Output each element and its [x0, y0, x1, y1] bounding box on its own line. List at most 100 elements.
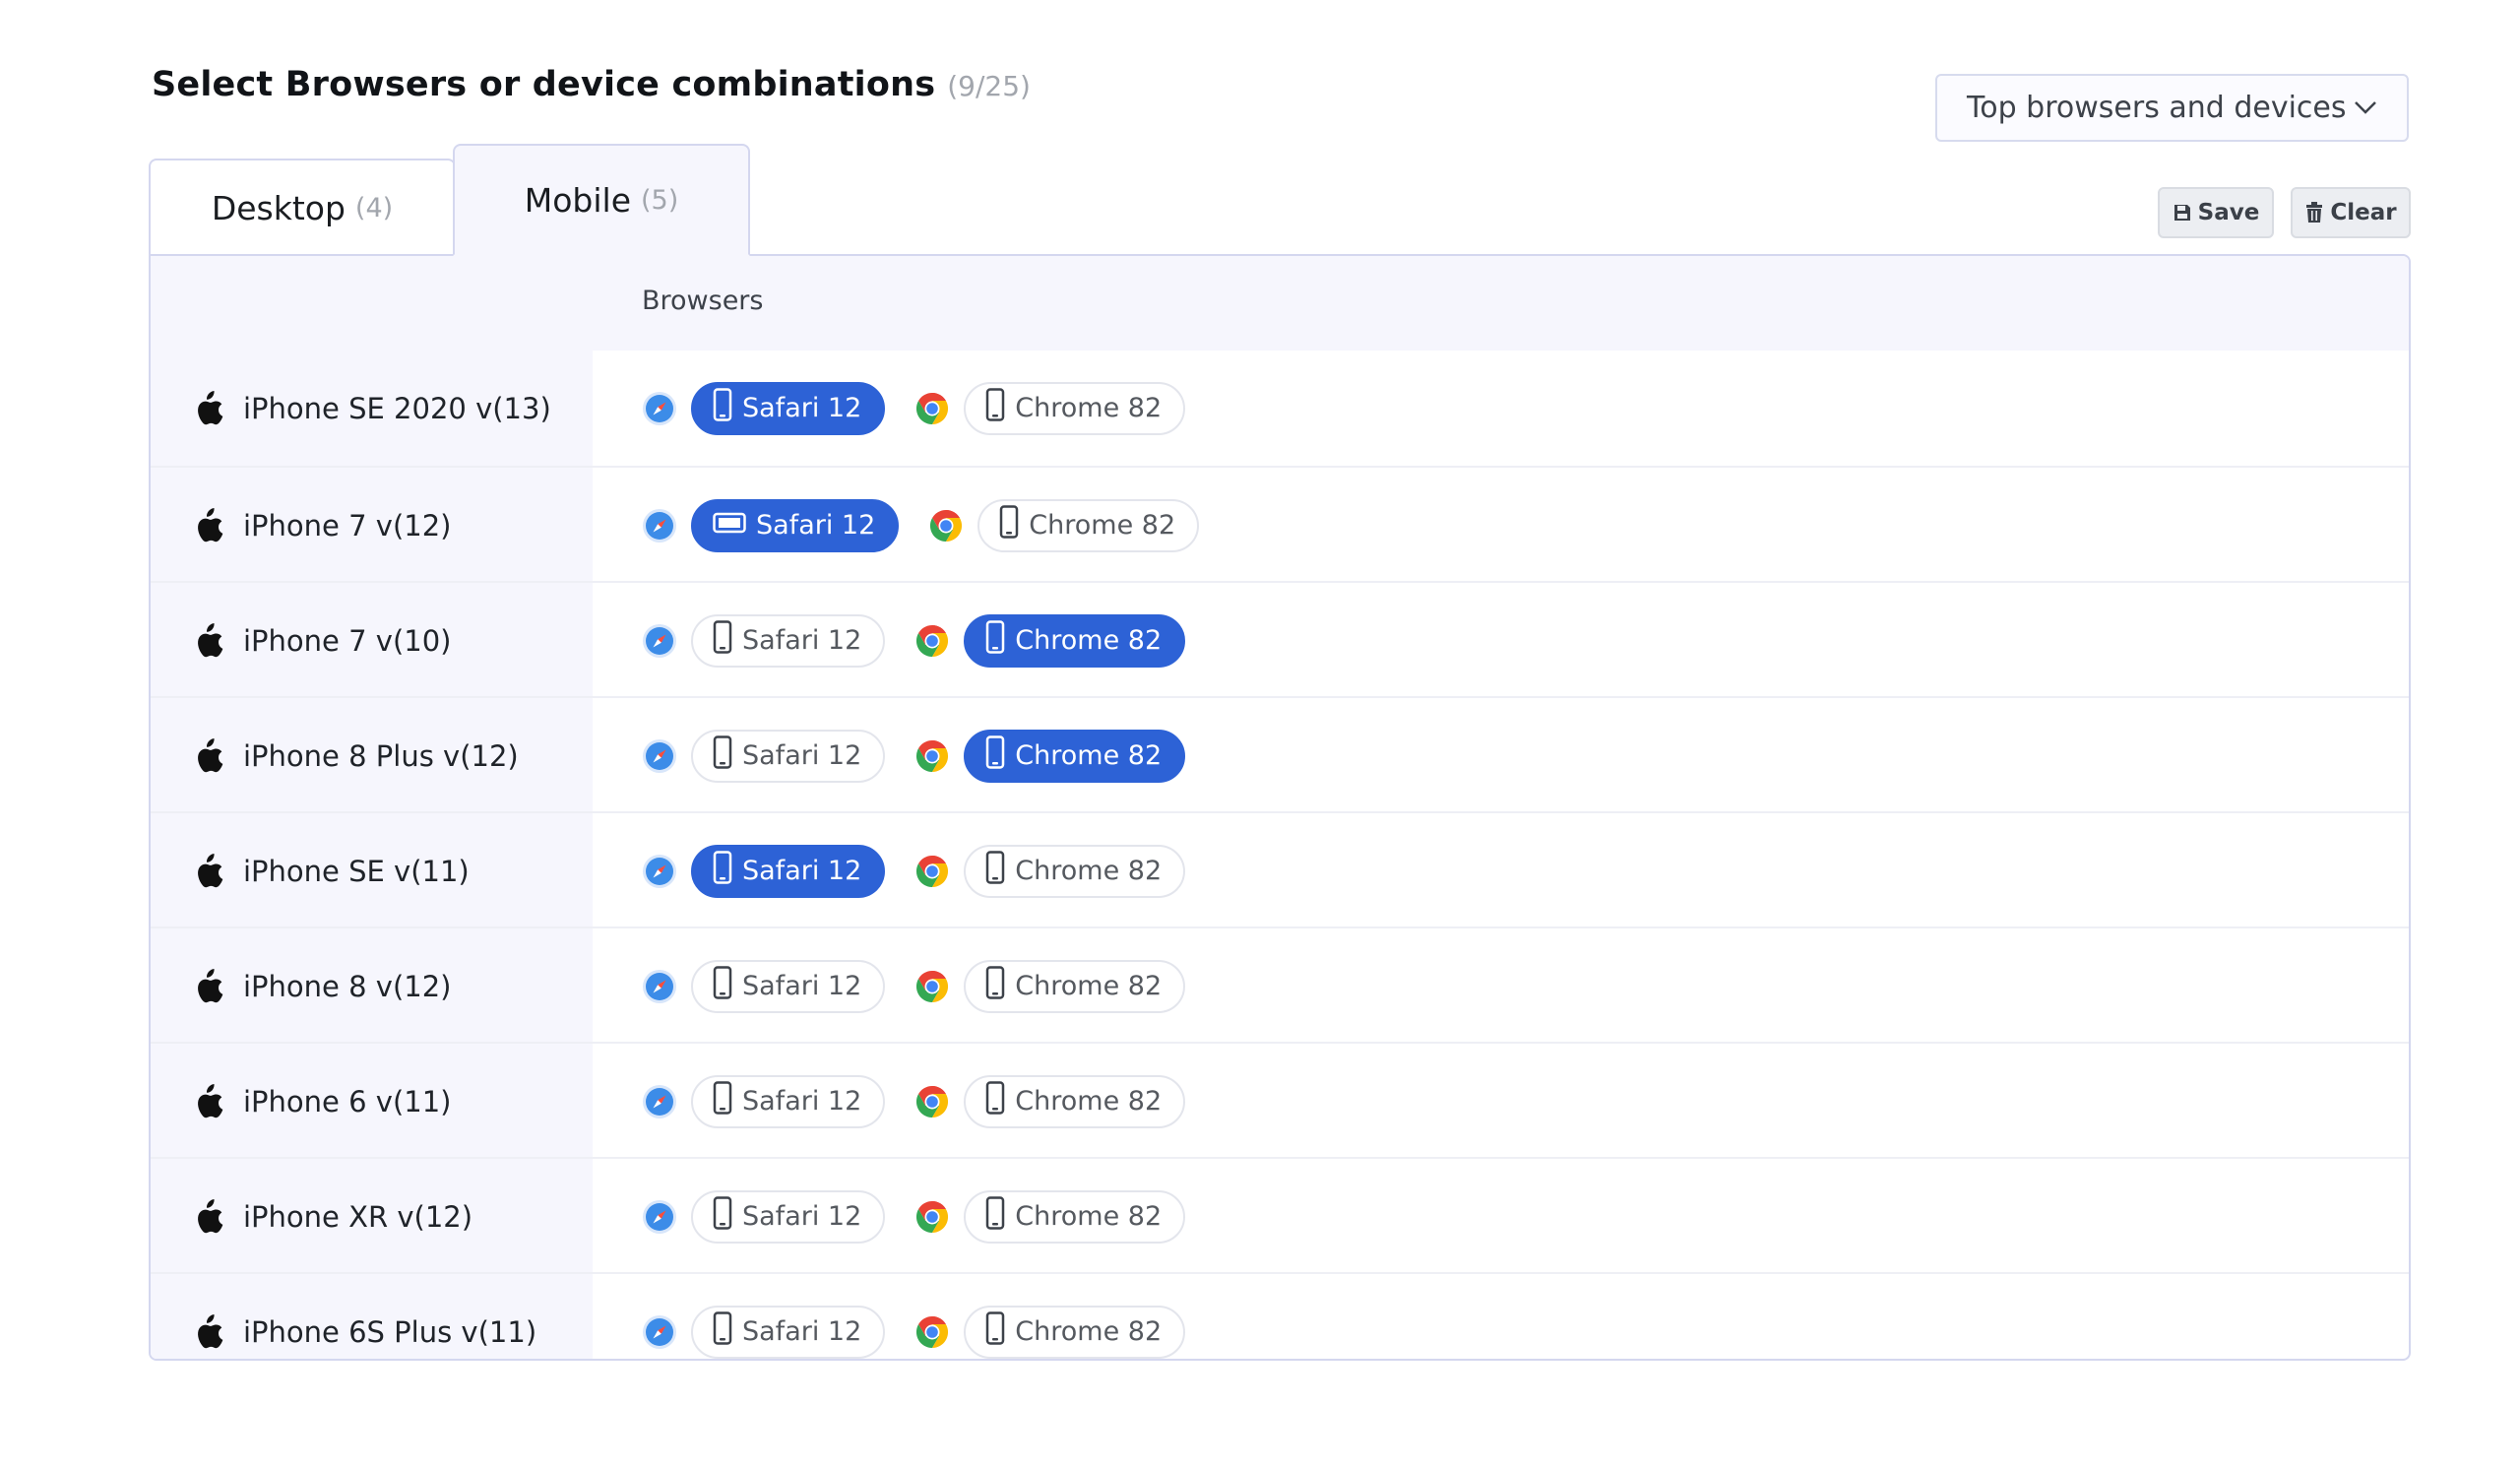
safari-chip-label: Safari 12 — [756, 510, 876, 541]
safari-chip-label: Safari 12 — [742, 740, 862, 771]
browser-options: Safari 12 Chrome 82 — [642, 813, 1186, 928]
safari-chip-label: Safari 12 — [742, 1086, 862, 1117]
safari-chip[interactable]: Safari 12 — [691, 381, 886, 435]
browser-options: Safari 12 Chrome 82 — [642, 468, 1200, 583]
chrome-chip[interactable]: Chrome 82 — [964, 1305, 1186, 1359]
device-name: iPhone 6 v(11) — [243, 1084, 452, 1118]
browser-options: Safari 12 Chrome 82 — [642, 351, 1186, 466]
tab-desktop[interactable]: Desktop (4) — [149, 159, 456, 255]
device-cell: iPhone 8 v(12) — [194, 928, 451, 1044]
device-name: iPhone 7 v(12) — [243, 508, 452, 543]
device-row: iPhone 8 Plus v(12) Safari 12 Chrome 82 — [151, 696, 2409, 811]
device-cell: iPhone 8 Plus v(12) — [194, 698, 519, 813]
tab-desktop-label: Desktop — [211, 188, 346, 227]
device-name: iPhone 7 v(10) — [243, 623, 452, 658]
preset-dropdown-label: Top browsers and devices — [1967, 91, 2347, 125]
tab-mobile[interactable]: Mobile (5) — [453, 144, 750, 256]
save-button-label: Save — [2197, 200, 2260, 225]
chrome-chip[interactable]: Chrome 82 — [964, 381, 1186, 435]
safari-chip-label: Safari 12 — [742, 856, 862, 886]
page-title: Select Browsers or device combinations — [152, 65, 936, 104]
phone-icon — [985, 735, 1005, 776]
device-row: iPhone SE 2020 v(13) Safari 12 Chrome 82 — [151, 351, 2409, 466]
chrome-chip-label: Chrome 82 — [1015, 971, 1163, 1001]
chrome-chip[interactable]: Chrome 82 — [964, 1189, 1186, 1244]
phone-icon — [713, 510, 746, 541]
phone-icon — [713, 851, 732, 891]
page-header: Select Browsers or device combinations (… — [152, 65, 1031, 104]
tab-mobile-count: (5) — [641, 184, 679, 216]
device-name: iPhone 8 v(12) — [243, 969, 452, 1003]
chrome-chip-label: Chrome 82 — [1015, 1201, 1163, 1232]
phone-icon — [985, 620, 1005, 661]
safari-icon — [643, 1314, 676, 1349]
browser-device-panel: Browsers iPhone SE 2020 v(13) Safari 12 — [149, 254, 2411, 1361]
device-rows: iPhone SE 2020 v(13) Safari 12 Chrome 82… — [151, 351, 2409, 1359]
save-button[interactable]: Save — [2158, 187, 2274, 238]
chrome-chip[interactable]: Chrome 82 — [964, 729, 1186, 783]
safari-chip-label: Safari 12 — [742, 971, 862, 1001]
phone-icon — [713, 620, 732, 661]
clear-button[interactable]: Clear — [2291, 187, 2411, 238]
chrome-chip[interactable]: Chrome 82 — [964, 1074, 1186, 1128]
chrome-chip[interactable]: Chrome 82 — [964, 844, 1186, 898]
chrome-icon — [916, 970, 949, 1002]
safari-chip[interactable]: Safari 12 — [691, 498, 900, 552]
safari-chip[interactable]: Safari 12 — [691, 729, 886, 783]
device-row: iPhone 7 v(12) Safari 12 Chrome 82 — [151, 466, 2409, 581]
device-row: iPhone XR v(12) Safari 12 Chrome 82 — [151, 1157, 2409, 1272]
chrome-icon — [916, 739, 949, 772]
apple-icon — [198, 737, 223, 772]
floppy-disk-icon — [2174, 205, 2190, 221]
device-cell: iPhone SE v(11) — [194, 813, 470, 928]
device-row: iPhone 7 v(10) Safari 12 Chrome 82 — [151, 581, 2409, 696]
safari-chip-label: Safari 12 — [742, 393, 862, 423]
device-cell: iPhone 7 v(10) — [194, 583, 451, 698]
device-cell: iPhone XR v(12) — [194, 1159, 472, 1274]
tab-desktop-count: (4) — [354, 192, 394, 224]
apple-icon — [198, 968, 223, 1002]
safari-icon — [643, 623, 676, 658]
safari-icon — [643, 854, 676, 888]
phone-icon — [713, 1196, 732, 1237]
safari-chip[interactable]: Safari 12 — [691, 1074, 886, 1128]
apple-icon — [198, 1198, 223, 1233]
phone-icon — [713, 966, 732, 1006]
apple-icon — [198, 390, 223, 424]
browser-options: Safari 12 Chrome 82 — [642, 583, 1186, 698]
safari-icon — [643, 969, 676, 1003]
chrome-icon — [916, 1315, 949, 1348]
apple-icon — [198, 853, 223, 887]
phone-icon — [713, 1081, 732, 1121]
phone-icon — [985, 388, 1005, 428]
chrome-chip-label: Chrome 82 — [1029, 510, 1176, 541]
chrome-chip[interactable]: Chrome 82 — [977, 498, 1200, 552]
safari-chip[interactable]: Safari 12 — [691, 1305, 886, 1359]
safari-chip[interactable]: Safari 12 — [691, 613, 886, 668]
clear-button-label: Clear — [2330, 200, 2397, 225]
device-name: iPhone 8 Plus v(12) — [243, 738, 519, 773]
chrome-icon — [916, 1085, 949, 1118]
preset-dropdown[interactable]: Top browsers and devices — [1935, 74, 2409, 142]
apple-icon — [198, 1313, 223, 1348]
safari-chip[interactable]: Safari 12 — [691, 959, 886, 1013]
phone-icon — [985, 1196, 1005, 1237]
safari-icon — [643, 1199, 676, 1234]
chrome-chip-label: Chrome 82 — [1015, 625, 1163, 656]
chrome-icon — [916, 855, 949, 887]
browsers-column-header: Browsers — [642, 286, 764, 316]
safari-chip[interactable]: Safari 12 — [691, 1189, 886, 1244]
phone-icon — [985, 1311, 1005, 1352]
phone-icon — [713, 388, 732, 428]
chrome-chip[interactable]: Chrome 82 — [964, 613, 1186, 668]
chrome-chip[interactable]: Chrome 82 — [964, 959, 1186, 1013]
chrome-icon — [916, 624, 949, 657]
apple-icon — [198, 507, 223, 542]
browser-options: Safari 12 Chrome 82 — [642, 698, 1186, 813]
phone-icon — [985, 1081, 1005, 1121]
device-cell: iPhone 6 v(11) — [194, 1044, 451, 1159]
trash-icon — [2306, 202, 2323, 223]
safari-chip[interactable]: Safari 12 — [691, 844, 886, 898]
apple-icon — [198, 1083, 223, 1118]
phone-icon — [713, 735, 732, 776]
